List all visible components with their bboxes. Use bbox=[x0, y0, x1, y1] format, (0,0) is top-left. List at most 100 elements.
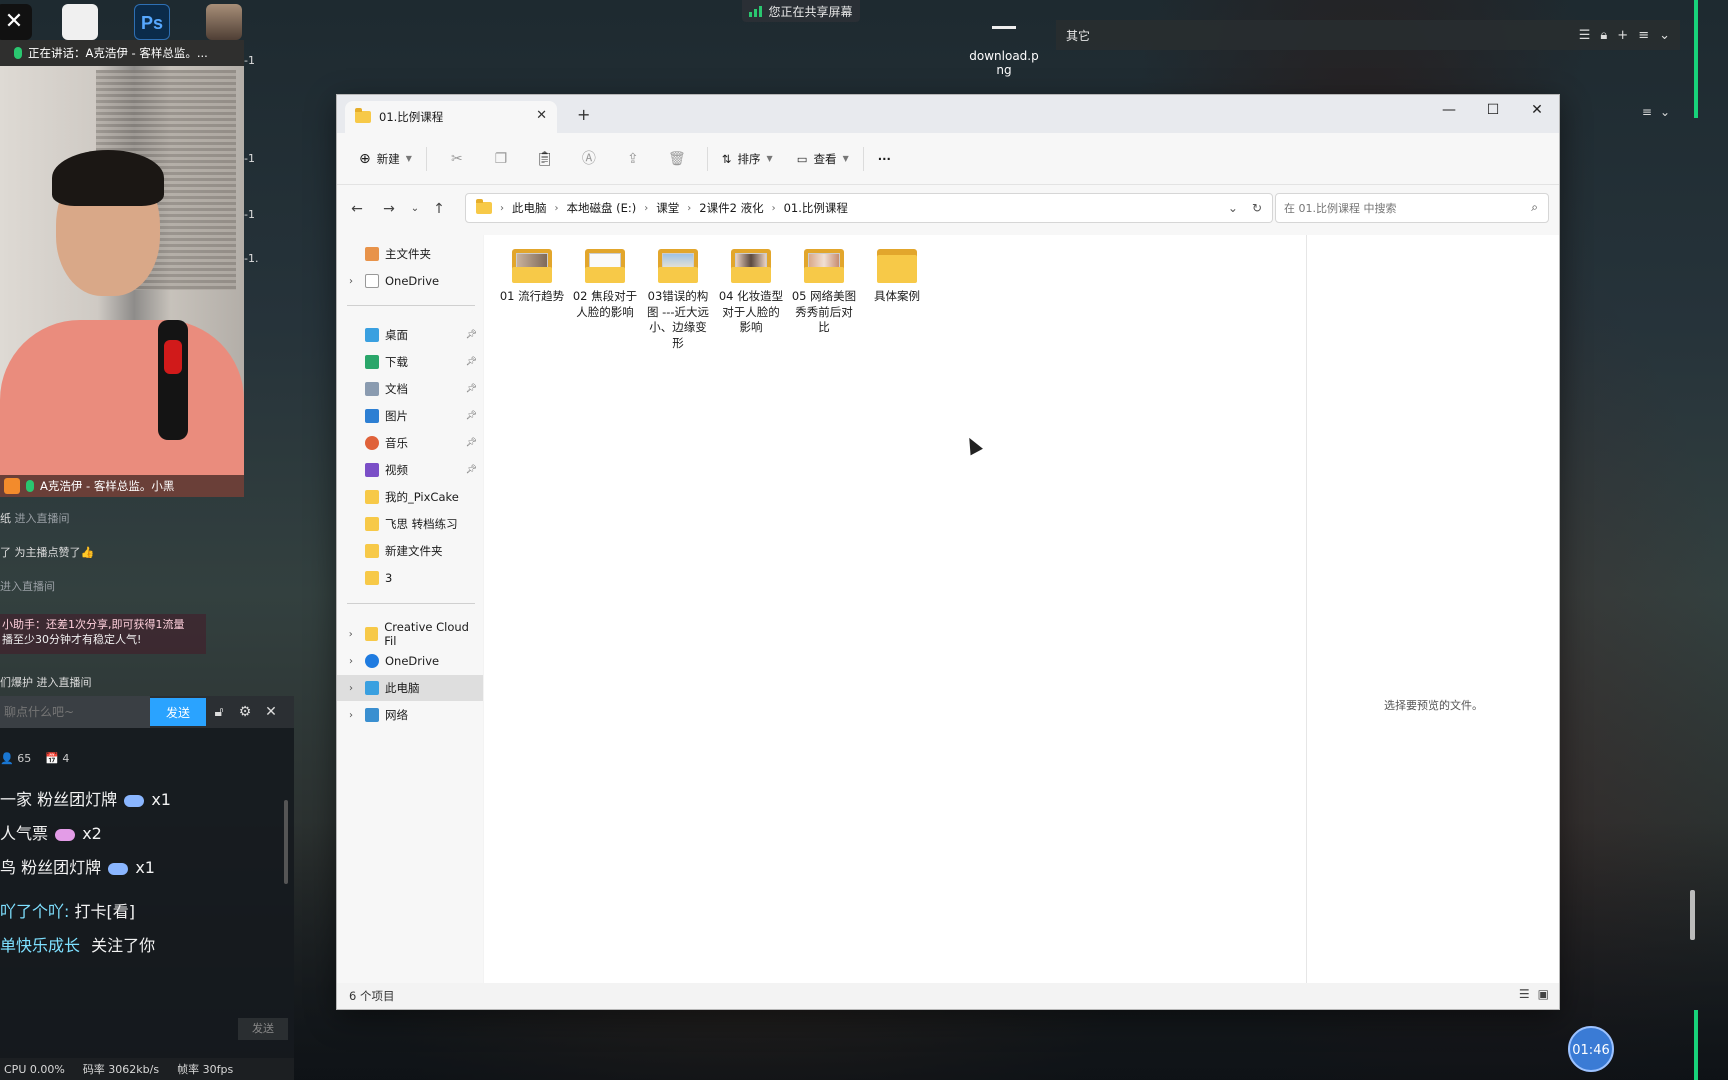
sidebar-item-onedrive[interactable]: › OneDrive bbox=[337, 648, 483, 674]
sidebar-item-creative-cloud[interactable]: › Creative Cloud Fil bbox=[337, 620, 483, 648]
search-icon[interactable]: ⌕ bbox=[1531, 200, 1538, 215]
document-icon[interactable] bbox=[62, 4, 98, 40]
sidebar-item-home[interactable]: 主文件夹 bbox=[337, 241, 483, 267]
close-window-button[interactable]: ✕ bbox=[1515, 95, 1559, 125]
pin-icon[interactable]: 📌︎ bbox=[466, 465, 477, 475]
sidebar-item-documents[interactable]: 文档 📌︎ bbox=[337, 376, 483, 402]
screen-share-banner[interactable]: 您正在共享屏幕 bbox=[742, 0, 860, 22]
top-right-toolbar[interactable]: 其它 ☰ 🔒︎ + ≡ ⌄ bbox=[1056, 20, 1680, 50]
side-scrollbar[interactable] bbox=[1690, 890, 1695, 940]
details-view-icon[interactable]: ☰ bbox=[1519, 987, 1530, 1001]
expand-chevron-icon[interactable]: › bbox=[337, 710, 365, 721]
download-icon bbox=[365, 355, 379, 369]
new-tab-button[interactable]: + bbox=[577, 105, 590, 124]
address-bar[interactable]: › 此电脑 › 本地磁盘 (E:) › 课堂 › 2课件2 液化 › 01.比例… bbox=[465, 193, 1273, 223]
pin-icon[interactable]: 📌︎ bbox=[466, 357, 477, 367]
chevron-down-icon[interactable]: ⌄ bbox=[1660, 105, 1670, 119]
capcut-icon[interactable]: ✕ bbox=[0, 4, 32, 40]
desktop-file-download[interactable]: download.png bbox=[968, 20, 1040, 77]
sidebar-item-label: 我的_PixCake bbox=[385, 490, 459, 504]
breadcrumb-item[interactable]: 课堂 bbox=[656, 200, 679, 216]
folder-item[interactable]: 具体案例 bbox=[863, 249, 931, 305]
up-arrow-icon[interactable]: ↑ bbox=[427, 197, 451, 221]
sidebar-item-music[interactable]: 音乐 📌︎ bbox=[337, 430, 483, 456]
folder-item[interactable]: 01 流行趋势 bbox=[498, 249, 566, 305]
explorer-tab[interactable]: 01.比例课程 ✕ bbox=[345, 101, 557, 133]
photoshop-icon[interactable]: Ps bbox=[134, 4, 170, 40]
sidebar-divider bbox=[347, 305, 475, 306]
view-button[interactable]: ▭ 查看 ▼ bbox=[791, 143, 855, 175]
gift-line: 一家 粉丝团灯牌 x1 bbox=[0, 786, 171, 810]
sidebar-item-folder[interactable]: 新建文件夹 bbox=[337, 538, 483, 564]
file-list-area[interactable]: 01 流行趋势 02 焦段对于人脸的影响 03错误的构图 ---近大远小、边缘变… bbox=[484, 235, 1306, 983]
tiles-view-icon[interactable]: ▣ bbox=[1538, 987, 1549, 1001]
expand-chevron-icon[interactable]: › bbox=[337, 629, 365, 640]
sidebar-item-folder[interactable]: 我的_PixCake bbox=[337, 484, 483, 510]
sidebar-item-this-pc[interactable]: › 此电脑 bbox=[337, 675, 483, 701]
folder-with-preview-icon bbox=[585, 249, 625, 283]
folder-item[interactable]: 02 焦段对于人脸的影响 bbox=[571, 249, 639, 320]
copy-icon[interactable]: ❐ bbox=[479, 143, 523, 175]
lock-icon[interactable]: 🔒︎ bbox=[1600, 28, 1607, 43]
chat-send-button[interactable]: 发送 bbox=[150, 698, 206, 726]
recent-chevron-icon[interactable]: ⌄ bbox=[403, 197, 427, 221]
minimize-button[interactable]: — bbox=[1427, 95, 1471, 125]
chat-scrollbar[interactable] bbox=[284, 800, 288, 884]
folder-item[interactable]: 05 网络美图秀秀前后对比 bbox=[790, 249, 858, 336]
sidebar-item-downloads[interactable]: 下载 📌︎ bbox=[337, 349, 483, 375]
close-tab-icon[interactable]: ✕ bbox=[536, 108, 547, 123]
search-input[interactable] bbox=[1276, 194, 1506, 222]
sort-button[interactable]: ⇅ 排序 ▼ bbox=[716, 143, 779, 175]
breadcrumb-item[interactable]: 此电脑 bbox=[512, 200, 547, 216]
sidebar-item-network[interactable]: › 网络 bbox=[337, 702, 483, 728]
gift-send-button[interactable]: 发送 bbox=[238, 1018, 288, 1040]
unlock-icon[interactable]: 🔓︎ bbox=[206, 704, 232, 720]
chevron-down-icon[interactable]: ⌄ bbox=[1659, 28, 1670, 43]
address-history-icon[interactable]: ⌄ bbox=[1228, 201, 1238, 215]
cut-icon[interactable]: ✂ bbox=[435, 143, 479, 175]
sidebar-item-pictures[interactable]: 图片 📌︎ bbox=[337, 403, 483, 429]
sidebar-item-folder[interactable]: 飞思 转档练习 bbox=[337, 511, 483, 537]
gift-line: 人气票 x2 bbox=[0, 820, 102, 844]
chat-input[interactable] bbox=[0, 696, 150, 728]
list-icon[interactable]: ☰ bbox=[1579, 28, 1591, 43]
menu-icon[interactable]: ≡ bbox=[1638, 28, 1649, 43]
breadcrumb-item[interactable]: 01.比例课程 bbox=[784, 200, 848, 216]
maximize-button[interactable]: ☐ bbox=[1471, 95, 1515, 125]
rename-icon[interactable]: Ⓐ bbox=[567, 143, 611, 175]
folder-name: 05 网络美图秀秀前后对比 bbox=[791, 289, 857, 334]
pin-icon[interactable]: 📌︎ bbox=[466, 438, 477, 448]
expand-chevron-icon[interactable]: › bbox=[337, 276, 365, 287]
recording-timer[interactable]: 01:46 bbox=[1568, 1026, 1614, 1072]
pin-icon[interactable]: 📌︎ bbox=[466, 384, 477, 394]
pin-icon[interactable]: 📌︎ bbox=[466, 330, 477, 340]
folder-item[interactable]: 04 化妆造型对于人脸的影响 bbox=[717, 249, 785, 336]
forward-arrow-icon[interactable]: → bbox=[377, 197, 401, 221]
expand-chevron-icon[interactable]: › bbox=[337, 656, 365, 667]
breadcrumb-item[interactable]: 2课件2 液化 bbox=[699, 200, 763, 216]
paste-icon[interactable]: 📋︎ bbox=[523, 143, 567, 175]
back-arrow-icon[interactable]: ← bbox=[345, 197, 369, 221]
sidebar-item-folder[interactable]: 3 bbox=[337, 565, 483, 591]
folder-item[interactable]: 03错误的构图 ---近大远小、边缘变形 bbox=[644, 249, 712, 351]
breadcrumb-item[interactable]: 本地磁盘 (E:) bbox=[567, 200, 637, 216]
menu-icon[interactable]: ≡ bbox=[1642, 105, 1652, 119]
sidebar-item-videos[interactable]: 视频 📌︎ bbox=[337, 457, 483, 483]
photo-thumbnail-icon[interactable] bbox=[206, 4, 242, 40]
share-icon[interactable]: ⇪ bbox=[611, 143, 655, 175]
gift-icon bbox=[55, 828, 76, 841]
sidebar-item-onedrive-personal[interactable]: › OneDrive bbox=[337, 268, 483, 294]
plus-icon[interactable]: + bbox=[1617, 28, 1628, 43]
delete-icon[interactable]: 🗑︎ bbox=[655, 143, 699, 175]
sidebar-item-desktop[interactable]: 桌面 📌︎ bbox=[337, 322, 483, 348]
pin-icon[interactable]: 📌︎ bbox=[466, 411, 477, 421]
refresh-icon[interactable]: ↻ bbox=[1252, 201, 1262, 215]
settings-icon[interactable]: ⚙ bbox=[232, 704, 258, 720]
close-icon[interactable]: ✕ bbox=[258, 704, 284, 720]
new-button[interactable]: ⊕ 新建 ▼ bbox=[353, 143, 418, 175]
notice-line-2: 播至少30分钟才有稳定人气! bbox=[2, 633, 142, 646]
folder-with-preview-icon bbox=[658, 249, 698, 283]
preview-placeholder: 选择要预览的文件。 bbox=[1384, 699, 1483, 712]
expand-chevron-icon[interactable]: › bbox=[337, 683, 365, 694]
more-options-button[interactable]: ··· bbox=[872, 143, 897, 175]
